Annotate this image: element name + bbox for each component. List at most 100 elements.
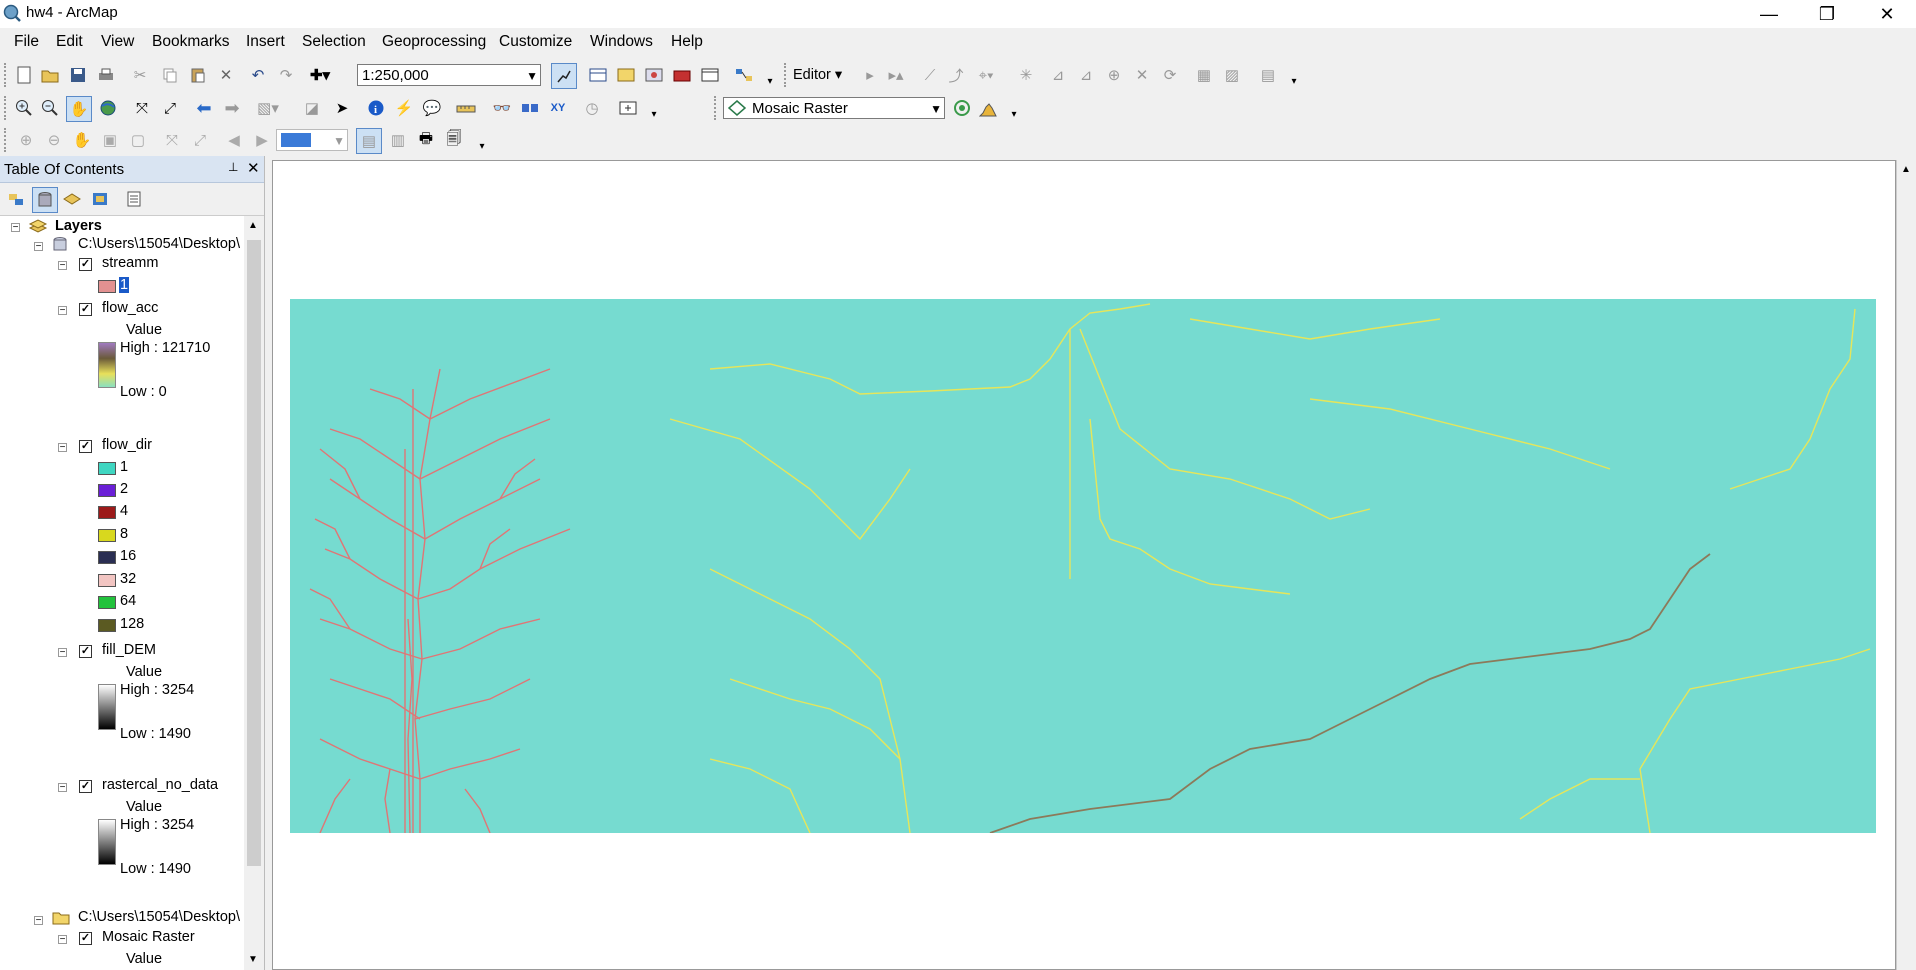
go-forward-arrow-icon[interactable]: ➡: [220, 96, 244, 120]
menu-selection[interactable]: Selection: [302, 33, 366, 51]
toolbar-grip[interactable]: [4, 96, 10, 120]
layer-name-streamm[interactable]: streamm: [102, 255, 158, 271]
go-back-arrow-icon[interactable]: ⬅: [192, 96, 216, 120]
toolbar-options-icon[interactable]: ▾: [1002, 102, 1026, 126]
print-icon[interactable]: [94, 63, 118, 87]
layout-zoom-combo[interactable]: ▼: [276, 129, 348, 151]
toolbar-grip[interactable]: [4, 128, 10, 152]
zoom-100-icon[interactable]: ▢: [126, 128, 150, 152]
zoom-out-icon[interactable]: [38, 96, 62, 120]
zoom-whole-page-icon[interactable]: ▣: [98, 128, 122, 152]
collapse-workspace-icon[interactable]: −: [34, 916, 43, 926]
cut-polygons-icon[interactable]: ⊿: [1074, 63, 1098, 87]
clear-selection-icon[interactable]: ◪: [300, 96, 324, 120]
create-features-icon[interactable]: ▨: [1220, 63, 1244, 87]
histogram-icon[interactable]: [976, 96, 1000, 120]
layer-combo[interactable]: Mosaic Raster ▼: [723, 97, 945, 119]
sketch-properties-icon[interactable]: ⟳: [1158, 63, 1182, 87]
data-driven-pages-icon[interactable]: 🗐: [442, 128, 466, 152]
layout-zoom-out-icon[interactable]: ⊖: [42, 128, 66, 152]
edit-vertices-icon[interactable]: ✳: [1014, 63, 1038, 87]
workspace-path[interactable]: C:\Users\15054\Desktop\: [78, 236, 240, 252]
zoom-in-icon[interactable]: [12, 96, 36, 120]
collapse-layer-icon[interactable]: −: [58, 261, 67, 271]
legend-swatch[interactable]: [98, 574, 116, 587]
editor-options-icon[interactable]: ▤: [1256, 63, 1280, 87]
layer-name-rastercal-no-data[interactable]: rastercal_no_data: [102, 777, 218, 793]
legend-swatch[interactable]: [98, 529, 116, 542]
editor-menu[interactable]: Editor ▾: [793, 67, 842, 83]
trace-icon[interactable]: ⌖▾: [974, 63, 998, 87]
layout-back-icon[interactable]: ◀: [222, 128, 246, 152]
layer-name-fill-dem[interactable]: fill_DEM: [102, 642, 156, 658]
toolbar-grip[interactable]: [784, 63, 790, 87]
layers-root-label[interactable]: Layers: [55, 218, 102, 234]
arctoolbox-icon[interactable]: [670, 63, 694, 87]
image-analysis-icon[interactable]: [950, 96, 974, 120]
chevron-down-icon[interactable]: ▼: [930, 98, 942, 120]
layout-forward-icon[interactable]: ▶: [250, 128, 274, 152]
reshape-icon[interactable]: ⊿: [1046, 63, 1070, 87]
find-route-icon[interactable]: [518, 96, 542, 120]
menu-customize[interactable]: Customize: [499, 33, 572, 51]
collapse-layer-icon[interactable]: −: [58, 443, 67, 453]
legend-swatch[interactable]: [98, 462, 116, 475]
flow-dir-raster[interactable]: [290, 299, 1876, 833]
select-elements-arrow-icon[interactable]: ➤: [330, 96, 354, 120]
close-button[interactable]: ✕: [1858, 0, 1916, 28]
legend-swatch[interactable]: [98, 484, 116, 497]
map-display[interactable]: [272, 160, 1896, 970]
hyperlink-icon[interactable]: ⚡: [392, 96, 416, 120]
toggle-draft-mode-icon[interactable]: ▤: [356, 128, 382, 154]
change-layout-icon[interactable]: 🖶: [414, 128, 438, 152]
search-window-icon[interactable]: [642, 63, 666, 87]
list-by-drawing-order-icon[interactable]: [4, 187, 28, 211]
chevron-down-icon[interactable]: ▼: [526, 65, 538, 87]
scroll-down-arrow-icon[interactable]: ▼: [248, 954, 258, 965]
copy-icon[interactable]: [158, 63, 182, 87]
collapse-layers-icon[interactable]: −: [11, 223, 20, 233]
chevron-down-icon[interactable]: ▼: [333, 130, 345, 152]
layout-zoom-in-icon[interactable]: ⊕: [14, 128, 38, 152]
layer-visibility-checkbox[interactable]: ✓: [79, 258, 92, 271]
straight-segment-icon[interactable]: ⟋: [918, 63, 942, 87]
toc-options-icon[interactable]: [122, 187, 146, 211]
fixed-zoom-out-layout-icon[interactable]: ⤢: [188, 128, 212, 152]
collapse-layer-icon[interactable]: −: [58, 306, 67, 316]
catalog-icon[interactable]: [614, 63, 638, 87]
menu-view[interactable]: View: [101, 33, 134, 51]
menu-help[interactable]: Help: [671, 33, 703, 51]
go-to-xy-icon[interactable]: XY: [546, 96, 570, 120]
raster-map-canvas[interactable]: [290, 299, 1876, 833]
legend-swatch[interactable]: [98, 596, 116, 609]
editor-toolbar-toggle-icon[interactable]: [551, 63, 577, 89]
redo-icon[interactable]: ↷: [274, 63, 298, 87]
collapse-workspace-icon[interactable]: −: [34, 242, 43, 252]
html-popup-icon[interactable]: 💬: [420, 96, 444, 120]
legend-swatch[interactable]: [98, 506, 116, 519]
find-binoculars-icon[interactable]: 👓: [490, 96, 514, 120]
toolbar-grip[interactable]: [4, 63, 10, 87]
toc-close-icon[interactable]: ✕: [247, 159, 260, 177]
layer-name-flow-dir[interactable]: flow_dir: [102, 437, 152, 453]
add-data-icon[interactable]: ✚▾: [308, 63, 332, 87]
save-icon[interactable]: [66, 63, 90, 87]
split-icon[interactable]: ⊕: [1102, 63, 1126, 87]
menu-edit[interactable]: Edit: [56, 33, 83, 51]
table-of-contents-icon[interactable]: [586, 63, 610, 87]
identify-icon[interactable]: i: [364, 96, 388, 120]
menu-bookmarks[interactable]: Bookmarks: [152, 33, 230, 51]
scroll-up-arrow-icon[interactable]: ▲: [248, 220, 258, 231]
undo-icon[interactable]: ↶: [246, 63, 270, 87]
layer-visibility-checkbox[interactable]: ✓: [79, 645, 92, 658]
list-by-selection-icon[interactable]: [88, 187, 112, 211]
pan-hand-icon[interactable]: ✋: [66, 96, 92, 122]
color-ramp-swatch[interactable]: [98, 684, 116, 730]
cut-icon[interactable]: ✂: [128, 63, 152, 87]
pin-icon[interactable]: ⊥: [228, 160, 238, 174]
legend-swatch[interactable]: [98, 551, 116, 564]
layer-name-flow-acc[interactable]: flow_acc: [102, 300, 158, 316]
rotate-icon[interactable]: ✕: [1130, 63, 1154, 87]
measure-icon[interactable]: [454, 96, 478, 120]
minimize-button[interactable]: —: [1740, 0, 1798, 28]
